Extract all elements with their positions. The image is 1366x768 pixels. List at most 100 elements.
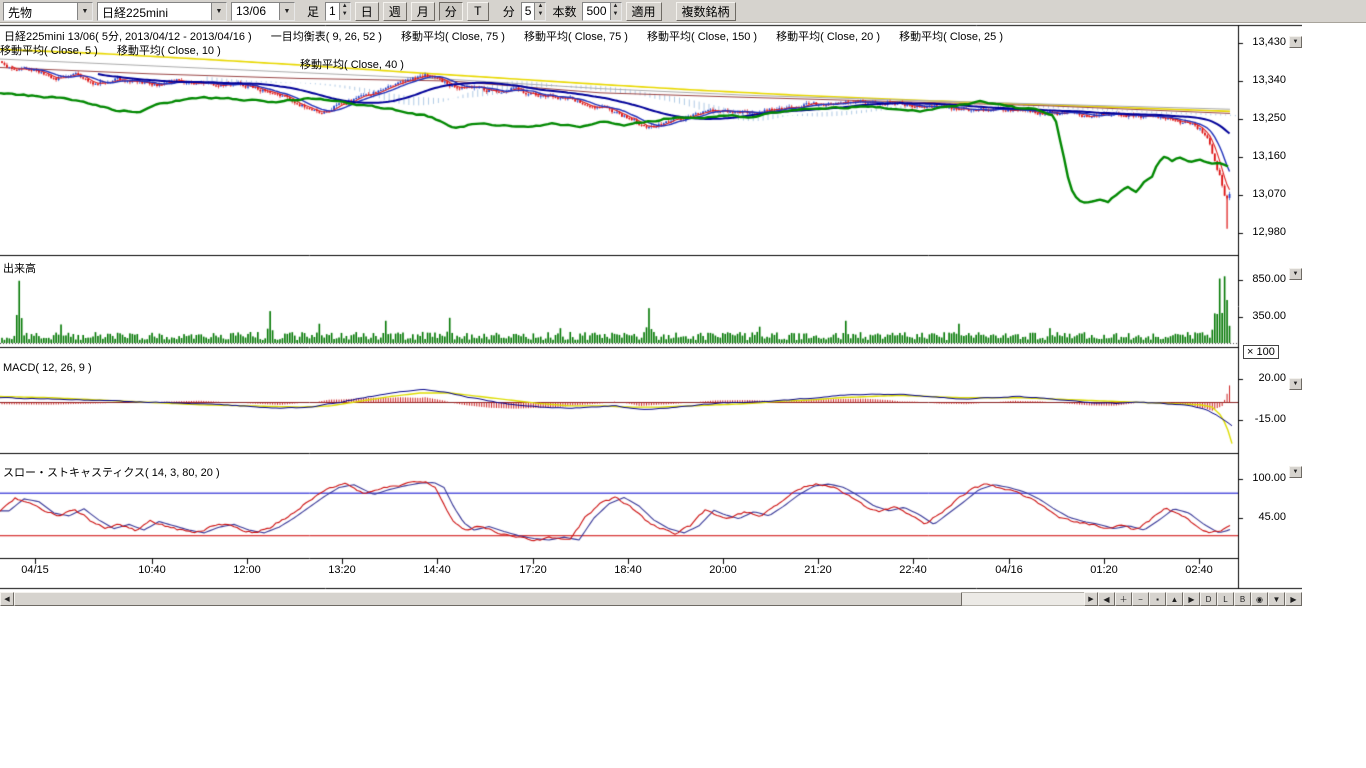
apply-button[interactable]: 適用 [626,2,662,21]
category-select[interactable]: 先物 ▼ [3,2,93,21]
x-axis-label: 14:40 [423,564,451,576]
x-axis-label: 17:20 [519,564,547,576]
bar-type-daily-button[interactable]: 日 [355,2,379,21]
chevron-down-icon: ▼ [1293,469,1299,475]
indicator-header-line2: 移動平均( Close, 5 ) 移動平均( Close, 10 ) [0,42,237,58]
chevron-down-icon: ▼ [1293,39,1299,45]
chevron-down-icon[interactable]: ▼ [211,3,226,20]
x-axis-label: 04/15 [21,564,49,576]
indicator-label: 移動平均( Close, 150 ) [647,31,757,43]
left-arrow-icon: ◀ [4,595,9,603]
scroll-right-button[interactable]: ▶ [1084,592,1098,606]
x-axis-label: 20:00 [709,564,737,576]
indicator-label: 移動平均( Close, 25 ) [899,31,1003,43]
tool-zoom-in-button[interactable]: ＋ [1115,592,1132,606]
x-axis-label: 13:20 [328,564,356,576]
tool-play-button[interactable]: ▶ [1285,592,1302,606]
volume-axis-label: 350.00 [1242,310,1286,322]
volume-panel-title: 出来高 [3,260,36,276]
price-axis-label: 13,070 [1242,188,1286,200]
indicator-label: 移動平均( Close, 10 ) [117,45,221,57]
tool-up-button[interactable]: ▲ [1166,592,1183,606]
minute-stepper[interactable]: 5 ▲▼ [521,2,547,21]
right-arrow-icon: ▶ [1088,595,1093,603]
bar-type-tick-button[interactable]: T [467,2,489,21]
x-axis-label: 21:20 [804,564,832,576]
volume-scale-badge: × 100 [1243,345,1279,359]
indicator-label: 移動平均( Close, 40 ) [300,59,404,71]
stochastics-axis-label: 45.00 [1242,511,1286,523]
trading-app-window: 先物 ▼ 日経225mini ▼ 13/06 ▼ 足 1 ▲▼ 日 週 月 分 … [0,0,1366,768]
stochastics-panel-title: スロー・ストキャスティクス( 14, 3, 80, 20 ) [3,464,220,480]
bar-interval-stepper[interactable]: 1 ▲▼ [325,2,351,21]
stochastics-panel-scale-button[interactable]: ▼ [1289,466,1302,478]
indicator-label: 移動平均( Close, 5 ) [0,45,98,57]
indicator-label: 一目均衡表( 9, 26, 52 ) [271,31,382,43]
horizontal-scrollbar[interactable]: ◀ ▶ ◀ ＋ − ▪ ▲ ▶ D L B ◉ ▼ ▶ [0,592,1302,606]
tool-marker-button[interactable]: ▪ [1149,592,1166,606]
chevron-down-icon: ▼ [1293,271,1299,277]
indicator-label: 移動平均( Close, 20 ) [776,31,880,43]
volume-axis-label: 850.00 [1242,273,1286,285]
scrollbar-track[interactable] [14,592,1084,606]
price-panel-scale-button[interactable]: ▼ [1289,36,1302,48]
macd-axis-label: 20.00 [1242,372,1286,384]
x-axis-label: 22:40 [899,564,927,576]
toolbar: 先物 ▼ 日経225mini ▼ 13/06 ▼ 足 1 ▲▼ 日 週 月 分 … [0,0,1366,23]
minute-value: 5 [522,3,535,20]
spinner-arrows-icon[interactable]: ▲▼ [339,3,350,20]
spinner-arrows-icon[interactable]: ▲▼ [610,3,621,20]
x-axis-label: 12:00 [233,564,261,576]
bar-count-label: 本数 [552,3,576,20]
stochastics-axis-label: 100.00 [1242,472,1286,484]
indicator-header-line3: 移動平均( Close, 40 ) [300,56,420,72]
x-axis-label: 02:40 [1185,564,1213,576]
symbol-select[interactable]: 日経225mini ▼ [97,2,227,21]
bar-type-weekly-button[interactable]: 週 [383,2,407,21]
minute-label: 分 [503,3,515,20]
indicator-label: 移動平均( Close, 75 ) [524,31,628,43]
tool-d-button[interactable]: D [1200,592,1217,606]
spinner-arrows-icon[interactable]: ▲▼ [534,3,545,20]
multi-symbol-button[interactable]: 複数銘柄 [676,2,736,21]
scroll-left-button[interactable]: ◀ [0,592,14,606]
chart-tool-buttons: ◀ ＋ − ▪ ▲ ▶ D L B ◉ ▼ ▶ [1098,592,1302,606]
bar-type-minute-button[interactable]: 分 [439,2,463,21]
chart-canvas[interactable] [0,24,1302,590]
price-axis-label: 13,430 [1242,36,1286,48]
chevron-down-icon[interactable]: ▼ [279,3,294,20]
bar-type-monthly-button[interactable]: 月 [411,2,435,21]
x-axis-label: 01:20 [1090,564,1118,576]
bar-count-value: 500 [583,3,609,20]
price-axis-label: 13,160 [1242,150,1286,162]
scrollbar-thumb[interactable] [14,592,962,606]
tool-b-button[interactable]: B [1234,592,1251,606]
price-axis-label: 13,340 [1242,74,1286,86]
macd-panel-scale-button[interactable]: ▼ [1289,378,1302,390]
tool-scroll-back-button[interactable]: ◀ [1098,592,1115,606]
volume-panel-scale-button[interactable]: ▼ [1289,268,1302,280]
category-select-value: 先物 [4,3,77,20]
indicator-label: 移動平均( Close, 75 ) [401,31,505,43]
x-axis-label: 10:40 [138,564,166,576]
tool-zoom-out-button[interactable]: − [1132,592,1149,606]
macd-panel-title: MACD( 12, 26, 9 ) [3,362,92,374]
tool-down-button[interactable]: ▼ [1268,592,1285,606]
price-axis-label: 13,250 [1242,112,1286,124]
tool-l-button[interactable]: L [1217,592,1234,606]
contract-month-value: 13/06 [232,3,279,20]
chevron-down-icon: ▼ [1293,381,1299,387]
macd-axis-label: -15.00 [1242,413,1286,425]
x-axis-label: 18:40 [614,564,642,576]
bar-count-stepper[interactable]: 500 ▲▼ [582,2,621,21]
tool-forward-button[interactable]: ▶ [1183,592,1200,606]
bar-type-label: 足 [307,3,319,20]
x-axis-label: 04/16 [995,564,1023,576]
chart-area: 日経225mini 13/06( 5分, 2013/04/12 - 2013/0… [0,24,1366,590]
price-axis-label: 12,980 [1242,226,1286,238]
tool-target-button[interactable]: ◉ [1251,592,1268,606]
symbol-select-value: 日経225mini [98,3,211,20]
chevron-down-icon[interactable]: ▼ [77,3,92,20]
bar-interval-value: 1 [326,3,339,20]
contract-month-select[interactable]: 13/06 ▼ [231,2,295,21]
